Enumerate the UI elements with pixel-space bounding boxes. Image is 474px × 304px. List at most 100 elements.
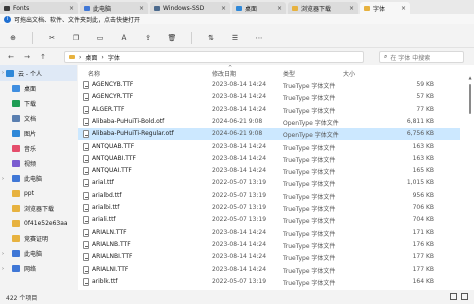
table-row[interactable]: ariblk.ttf 2022-05-07 13:19 TrueType 字体文件 1… — [78, 276, 460, 288]
cut-icon[interactable]: ✂ — [47, 33, 57, 43]
close-icon[interactable]: × — [69, 5, 74, 12]
table-row[interactable]: AGENCYR.TTF 2023-08-14 14:24 TrueType 字体文件… — [78, 91, 460, 103]
cell-size: 704 KB — [412, 216, 434, 224]
close-icon[interactable]: × — [221, 5, 226, 12]
table-row[interactable]: ANTQUAI.TTF 2023-08-14 14:24 TrueType 字体文件… — [78, 165, 460, 177]
table-row[interactable]: arialbi.ttf 2022-05-07 13:19 TrueType 字体文件… — [78, 202, 460, 214]
cell-size: 59 KB — [416, 81, 434, 88]
share-icon[interactable]: ⇪ — [143, 33, 153, 43]
info-icon: i — [4, 15, 11, 23]
cell-name: arial.ttf — [92, 179, 114, 187]
sidebar-item-11[interactable]: 竞赛证明 — [0, 231, 77, 246]
font-file-icon — [83, 154, 89, 163]
sidebar-item-8[interactable]: ppt — [0, 186, 77, 201]
chevron-right-icon[interactable]: › — [2, 176, 4, 182]
table-row[interactable]: ANTQUABI.TTF 2023-08-14 14:24 TrueType 字体文… — [78, 153, 460, 165]
cell-date: 2023-08-14 14:24 — [212, 142, 267, 150]
delete-icon[interactable]: 🗑 — [167, 33, 177, 43]
sidebar-item-7[interactable]: › 此电脑 — [0, 171, 77, 186]
tab-5[interactable]: 字体 × — [360, 2, 410, 14]
more-icon[interactable]: ⋯ — [254, 33, 264, 43]
table-row[interactable]: ARIALNBI.TTF 2023-08-14 14:24 TrueType 字体文… — [78, 251, 460, 263]
cell-size: 164 KB — [412, 277, 434, 285]
sort-icon[interactable]: ⇅ — [206, 33, 216, 43]
font-file-icon — [83, 130, 89, 139]
font-file-icon — [83, 216, 89, 225]
sidebar-item-0[interactable]: › 云 - 个人 — [0, 65, 77, 81]
view-icon[interactable]: ☰ — [230, 33, 240, 43]
close-icon[interactable]: × — [139, 5, 144, 12]
table-row[interactable]: Alibaba-PuHuiTi-Bold.otf 2024-06-21 9:08 O… — [78, 116, 460, 128]
chevron-right-icon[interactable]: › — [2, 251, 4, 257]
column-date[interactable]: 修改日期 — [212, 69, 236, 78]
cell-type: TrueType 字体文件 — [283, 255, 336, 263]
sidebar-item-13[interactable]: › 网络 — [0, 261, 77, 276]
details-view-icon[interactable] — [450, 293, 457, 300]
forward-icon[interactable]: → — [22, 52, 32, 62]
cell-size: 176 KB — [412, 240, 434, 248]
sidebar-item-12[interactable]: › 此电脑 — [0, 246, 77, 261]
cell-size: 163 KB — [412, 142, 434, 150]
close-icon[interactable]: × — [277, 5, 282, 12]
table-row[interactable]: ALGER.TTF 2023-08-14 14:24 TrueType 字体文件 77… — [78, 104, 460, 116]
sidebar-item-4[interactable]: 图片 — [0, 126, 77, 141]
breadcrumb[interactable]: › 桌面 › 字体 — [64, 51, 364, 63]
close-icon[interactable]: × — [349, 5, 354, 12]
cell-date: 2022-05-07 13:19 — [212, 216, 267, 224]
tab-2[interactable]: Windows-SSD × — [150, 2, 230, 14]
sidebar-item-6[interactable]: 视频 — [0, 156, 77, 171]
tab-icon — [236, 5, 242, 11]
sidebar-item-10[interactable]: 0f41e52e63aa — [0, 216, 77, 231]
table-row[interactable]: Alibaba-PuHuiTi-Regular.otf 2024-06-21 9:… — [78, 128, 460, 141]
cell-type: OpenType 字体文件 — [283, 119, 339, 127]
table-row[interactable]: ARIALNB.TTF 2023-08-14 14:24 TrueType 字体文件… — [78, 239, 460, 251]
scrollbar[interactable]: ▲ — [468, 75, 472, 285]
column-size[interactable]: 大小 — [343, 69, 355, 78]
close-icon[interactable]: × — [401, 5, 406, 12]
scroll-up-icon[interactable]: ▲ — [468, 75, 472, 80]
table-row[interactable]: arialbd.ttf 2022-05-07 13:19 TrueType 字体文件… — [78, 190, 460, 202]
table-row[interactable]: arial.ttf 2022-05-07 13:19 TrueType 字体文件 1,… — [78, 177, 460, 189]
picture-icon — [12, 130, 20, 137]
table-row[interactable]: ARIALNI.TTF 2023-08-14 14:24 TrueType 字体文件… — [78, 264, 460, 276]
breadcrumb-item[interactable]: 字体 — [108, 53, 120, 62]
chevron-right-icon[interactable]: › — [2, 266, 4, 272]
column-name[interactable]: 名称 — [88, 69, 100, 78]
sidebar-item-2[interactable]: 下载 — [0, 96, 77, 111]
computer-icon — [12, 175, 20, 182]
search-input[interactable]: ⌕ 在 字体 中搜索 — [379, 51, 464, 63]
back-icon[interactable]: ← — [6, 52, 16, 62]
tab-0[interactable]: Fonts × — [0, 2, 78, 14]
table-row[interactable]: ANTQUAB.TTF 2023-08-14 14:24 TrueType 字体文件… — [78, 141, 460, 153]
cell-date: 2023-08-14 14:24 — [212, 105, 267, 113]
chevron-right-icon[interactable]: › — [2, 70, 4, 76]
column-type[interactable]: 类型 — [283, 69, 295, 78]
sidebar-item-9[interactable]: 浏览器下载 — [0, 201, 77, 216]
cell-type: TrueType 字体文件 — [283, 144, 336, 152]
sidebar-item-3[interactable]: 文档 — [0, 111, 77, 126]
breadcrumb-item[interactable]: 桌面 — [85, 53, 97, 62]
up-icon[interactable]: ↑ — [38, 52, 48, 62]
scroll-thumb[interactable] — [469, 84, 471, 114]
paste-icon[interactable]: ▭ — [95, 33, 105, 43]
table-row[interactable]: AGENCYB.TTF 2023-08-14 14:24 TrueType 字体文件… — [78, 79, 460, 91]
tiles-view-icon[interactable] — [461, 293, 468, 300]
sidebar-item-1[interactable]: 桌面 — [0, 81, 77, 96]
copy-icon[interactable]: ❐ — [71, 33, 81, 43]
music-icon — [12, 145, 20, 152]
tab-label: Fonts — [13, 4, 30, 12]
tab-4[interactable]: 浏览器下载 × — [288, 2, 358, 14]
sidebar-item-5[interactable]: 音乐 — [0, 141, 77, 156]
table-row[interactable]: ARIALN.TTF 2023-08-14 14:24 TrueType 字体文件 1… — [78, 227, 460, 239]
cell-name: ANTQUAI.TTF — [92, 167, 132, 175]
cell-type: TrueType 字体文件 — [283, 169, 336, 177]
new-icon[interactable]: ⊕ — [8, 33, 18, 43]
sidebar-item-label: 文档 — [24, 116, 37, 123]
table-row[interactable]: ariali.ttf 2022-05-07 13:19 TrueType 字体文件 7… — [78, 214, 460, 226]
font-file-icon — [83, 142, 89, 151]
rename-icon[interactable]: Ａ — [119, 33, 129, 43]
cell-name: Alibaba-PuHuiTi-Regular.otf — [92, 130, 174, 138]
tab-3[interactable]: 桌面 × — [232, 2, 286, 14]
tab-1[interactable]: 此电脑 × — [80, 2, 148, 14]
cell-name: ANTQUAB.TTF — [92, 142, 135, 150]
